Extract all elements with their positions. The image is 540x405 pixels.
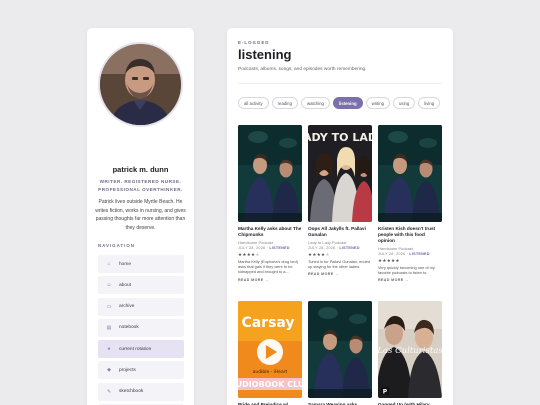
nav-item-archive[interactable]: ▭ archive	[98, 297, 184, 316]
item-date: JULY 28, 2026	[378, 252, 406, 256]
read-more-link[interactable]: READ MORE →	[238, 278, 302, 282]
cover-art[interactable]	[308, 301, 372, 398]
item-note: Very quickly becoming one of my favorite…	[378, 265, 435, 276]
item-meta: JULY 28, 2026 · LISTENED	[378, 252, 442, 256]
nav-item-about[interactable]: ☺ about	[98, 276, 184, 295]
page-eyebrow: E-LOGGED	[238, 40, 270, 45]
tab-listening[interactable]: listening	[332, 97, 363, 109]
sketchbook-icon: ✎	[106, 388, 112, 395]
cover-art[interactable]: Carsay audible · iHeart UDIOBOOK CLU	[238, 301, 302, 398]
item-source: Lady to Lady Podcast	[308, 239, 347, 245]
nav-item-label: archive	[119, 304, 135, 310]
tab-all-activity[interactable]: all activity	[238, 97, 269, 109]
item-title[interactable]: Martha Kelly asks about The Chipmunks	[238, 226, 302, 238]
cover-art[interactable]: ADY TO LAD	[308, 125, 372, 222]
tab-reading[interactable]: reading	[271, 97, 298, 109]
nav-item-label: current rotation	[119, 346, 152, 352]
home-icon: ⌂	[107, 261, 111, 267]
item-meta: JULY 28, 2026 · LISTENED	[238, 246, 302, 250]
projects-icon: ◆	[107, 367, 111, 374]
listening-item[interactable]: ADY TO LAD Oops All Jakylls ft. Pallavi G…	[308, 125, 372, 276]
nav-item-current-rotation[interactable]: ● current rotation	[98, 340, 184, 359]
star-rating: ★★★★★	[308, 252, 372, 258]
star-rating: ★★★★★	[238, 252, 302, 258]
navigation: ⌂ home ☺ about ▭ archive ▤ notebook ● current rot…	[98, 255, 184, 405]
profile-bio: Patrick lives outside Myrtle Beach. He w…	[95, 199, 186, 231]
listening-item[interactable]: Martha Kelly asks about The Chipmunks Han…	[238, 125, 302, 282]
svg-text:ADY TO LAD: ADY TO LAD	[308, 131, 372, 144]
item-date: JULY 28, 2026	[238, 246, 266, 250]
listening-panel: E-LOGGED listening Podcasts, albums, son…	[227, 28, 453, 405]
nav-item-label: sketchbook	[119, 389, 144, 395]
status-badge: LISTENED	[269, 246, 290, 250]
read-more-link[interactable]: READ MORE →	[378, 278, 442, 282]
tab-living[interactable]: living	[418, 97, 441, 109]
nav-item-notebook[interactable]: ▤ notebook	[98, 318, 184, 337]
profile-name: patrick m. dunn	[112, 165, 169, 174]
read-more-link[interactable]: READ MORE →	[308, 272, 372, 276]
svg-text:P: P	[383, 389, 388, 396]
rotation-icon: ●	[107, 346, 111, 353]
page-subtitle: Podcasts, albums, songs, and episodes wo…	[238, 67, 367, 72]
notebook-icon: ▤	[106, 324, 112, 331]
listening-item[interactable]: Samara Weaving asks	[308, 301, 372, 405]
star-icon: ★	[325, 251, 330, 257]
nav-item-label: notebook	[119, 325, 139, 331]
item-meta: JULY 28, 2026 · LISTENED	[308, 246, 372, 250]
tab-watching[interactable]: watching	[300, 97, 330, 109]
svg-text:UDIOBOOK CLU: UDIOBOOK CLU	[238, 380, 302, 389]
item-note: Tuned in for Pallavi Gunalan, ended up s…	[308, 259, 370, 270]
profile-tagline: WRITER. REGISTERED NURSE. PROFESSIONAL O…	[98, 179, 183, 192]
divider	[238, 83, 442, 84]
nav-item-label: home	[119, 261, 131, 267]
status-badge: LISTENED	[409, 252, 430, 256]
svg-text:Las Culturistas: Las Culturistas	[378, 346, 442, 356]
profile-card: patrick m. dunn WRITER. REGISTERED NURSE…	[87, 28, 194, 405]
star-icon: ★	[255, 251, 260, 257]
cover-art[interactable]: Las Culturistas P	[378, 301, 442, 398]
page-title: listening	[238, 47, 292, 62]
avatar[interactable]	[98, 42, 183, 127]
nav-item-home[interactable]: ⌂ home	[98, 255, 184, 273]
about-icon: ☺	[106, 282, 112, 289]
svg-text:audible · iHeart: audible · iHeart	[253, 369, 288, 375]
cover-art[interactable]	[378, 125, 442, 222]
filter-tabs: all activity reading watching listening writ…	[238, 97, 443, 109]
tab-writing[interactable]: writing	[365, 97, 391, 109]
tab-using[interactable]: using	[393, 97, 416, 109]
nav-item-label: about	[119, 282, 132, 288]
star-icon: ★	[395, 257, 400, 263]
svg-text:Carsay: Carsay	[241, 315, 294, 331]
archive-icon: ▭	[106, 303, 112, 310]
nav-item-projects[interactable]: ◆ projects	[98, 361, 184, 380]
item-title[interactable]: Kristen Kish doesn't trust people with t…	[378, 226, 442, 244]
listening-item[interactable]: Las Culturistas P Gagged Up (with Hilary	[378, 301, 442, 405]
item-note: Martha Kelly (Euphoria's drug lord) asks…	[238, 259, 298, 275]
nav-item-label: projects	[119, 367, 136, 373]
navigation-heading: NAVIGATION	[98, 243, 135, 248]
item-source: Handsome Podcast	[378, 245, 413, 251]
status-badge: LISTENED	[339, 246, 360, 250]
listening-item[interactable]: Carsay audible · iHeart UDIOBOOK CLU Pride …	[238, 301, 302, 405]
item-title[interactable]: Oops All Jakylls ft. Pallavi Gunalan	[308, 226, 372, 238]
nav-item-sketchbook[interactable]: ✎ sketchbook	[98, 382, 184, 401]
item-source: Handsome Podcast	[238, 239, 273, 245]
item-date: JULY 28, 2026	[308, 246, 336, 250]
cover-art[interactable]	[238, 125, 302, 222]
star-rating: ★★★★★	[378, 258, 442, 264]
listening-item[interactable]: Kristen Kish doesn't trust people with t…	[378, 125, 442, 282]
